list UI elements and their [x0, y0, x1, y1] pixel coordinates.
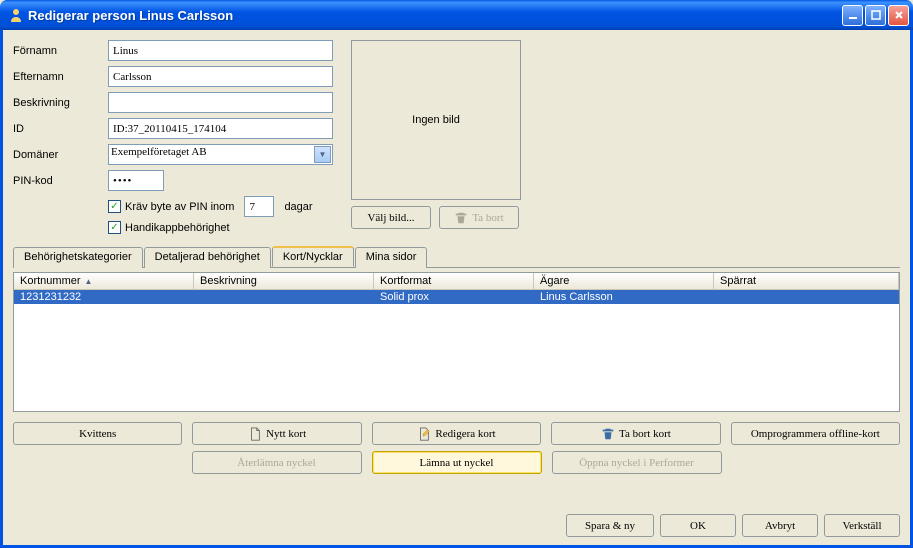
- trash-icon: [601, 427, 615, 441]
- tab-kort-nycklar[interactable]: Kort/Nycklar: [272, 246, 354, 267]
- ok-button[interactable]: OK: [660, 514, 736, 537]
- valj-bild-button[interactable]: Välj bild...: [351, 206, 431, 229]
- redigera-kort-button[interactable]: Redigera kort: [372, 422, 541, 445]
- krav-byte-checkbox[interactable]: ✓: [108, 200, 121, 213]
- new-document-icon: [248, 427, 262, 441]
- cell-beskrivning: [194, 290, 374, 304]
- cell-kortformat: Solid prox: [374, 290, 534, 304]
- col-sparrat[interactable]: Spärrat: [714, 273, 899, 289]
- trash-icon: [454, 211, 468, 225]
- tab-mina-sidor[interactable]: Mina sidor: [355, 247, 428, 268]
- efternamn-label: Efternamn: [13, 71, 108, 83]
- omprogrammera-button[interactable]: Omprogrammera offline-kort: [731, 422, 900, 445]
- domaner-select[interactable]: Exempelföretaget AB ▼: [108, 144, 333, 165]
- close-button[interactable]: [888, 5, 909, 26]
- tab-behorighetskategorier[interactable]: Behörighetskategorier: [13, 247, 143, 268]
- table-row[interactable]: 1231231232 Solid prox Linus Carlsson: [14, 290, 899, 304]
- edit-icon: [417, 427, 431, 441]
- cell-agare: Linus Carlsson: [534, 290, 714, 304]
- fornamn-input[interactable]: [108, 40, 333, 61]
- nytt-kort-button[interactable]: Nytt kort: [192, 422, 361, 445]
- col-beskrivning[interactable]: Beskrivning: [194, 273, 374, 289]
- cell-sparrat: [714, 290, 899, 304]
- lamna-ut-nyckel-button[interactable]: Lämna ut nyckel: [372, 451, 542, 474]
- no-image-text: Ingen bild: [412, 114, 460, 126]
- beskrivning-input[interactable]: [108, 92, 333, 113]
- spara-ny-button[interactable]: Spara & ny: [566, 514, 654, 537]
- aterlamna-nyckel-button[interactable]: Återlämna nyckel: [192, 451, 362, 474]
- tabort-kort-button[interactable]: Ta bort kort: [551, 422, 720, 445]
- card-table: Kortnummer▲ Beskrivning Kortformat Ägare…: [13, 272, 900, 412]
- days-input[interactable]: [244, 196, 274, 217]
- window-title: Redigerar person Linus Carlsson: [28, 8, 842, 23]
- krav-byte-label: Kräv byte av PIN inom: [125, 201, 234, 213]
- pinkod-input[interactable]: [108, 170, 164, 191]
- verkstall-button[interactable]: Verkställ: [824, 514, 900, 537]
- fornamn-label: Förnamn: [13, 45, 108, 57]
- id-input[interactable]: [108, 118, 333, 139]
- tabort-bild-button[interactable]: Ta bort: [439, 206, 519, 229]
- tab-bar: Behörighetskategorier Detaljerad behörig…: [13, 246, 900, 268]
- titlebar: Redigerar person Linus Carlsson: [0, 0, 913, 30]
- dagar-label: dagar: [284, 201, 312, 213]
- handikapp-checkbox[interactable]: ✓: [108, 221, 121, 234]
- tab-detaljerad-behorighet[interactable]: Detaljerad behörighet: [144, 247, 271, 268]
- cell-kortnummer: 1231231232: [14, 290, 194, 304]
- domaner-value: Exempelföretaget AB: [111, 146, 207, 158]
- id-label: ID: [13, 123, 108, 135]
- kvittens-button[interactable]: Kvittens: [13, 422, 182, 445]
- oppna-performer-button[interactable]: Öppna nyckel i Performer: [552, 451, 722, 474]
- efternamn-input[interactable]: [108, 66, 333, 87]
- app-icon: [8, 7, 24, 23]
- beskrivning-label: Beskrivning: [13, 97, 108, 109]
- col-agare[interactable]: Ägare: [534, 273, 714, 289]
- avbryt-button[interactable]: Avbryt: [742, 514, 818, 537]
- sort-asc-icon: ▲: [85, 277, 93, 286]
- image-placeholder: Ingen bild: [351, 40, 521, 200]
- domaner-label: Domäner: [13, 149, 108, 161]
- handikapp-label: Handikappbehörighet: [125, 222, 230, 234]
- col-kortnummer[interactable]: Kortnummer▲: [14, 273, 194, 289]
- minimize-button[interactable]: [842, 5, 863, 26]
- maximize-button[interactable]: [865, 5, 886, 26]
- chevron-down-icon: ▼: [314, 146, 331, 163]
- pinkod-label: PIN-kod: [13, 175, 108, 187]
- col-kortformat[interactable]: Kortformat: [374, 273, 534, 289]
